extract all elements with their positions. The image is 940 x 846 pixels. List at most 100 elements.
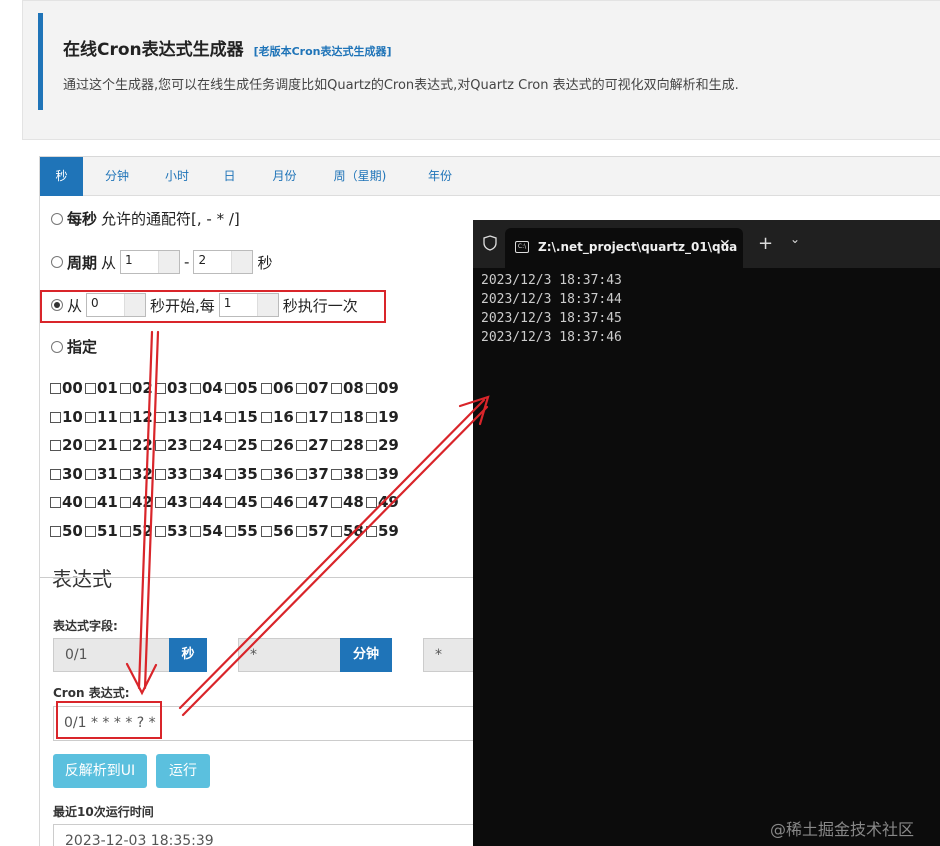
checkbox-box[interactable] xyxy=(120,468,131,480)
minute-field-input[interactable]: * xyxy=(238,638,341,672)
reverse-parse-button[interactable]: 反解析到UI xyxy=(53,754,147,788)
checkbox-box[interactable] xyxy=(261,439,272,451)
checkbox-box[interactable] xyxy=(190,439,201,451)
checkbox-box[interactable] xyxy=(296,525,307,537)
second-checkbox-03[interactable]: 03 xyxy=(155,379,188,397)
second-checkbox-42[interactable]: 42 xyxy=(120,493,153,511)
second-checkbox-25[interactable]: 25 xyxy=(225,436,258,454)
second-checkbox-08[interactable]: 08 xyxy=(331,379,364,397)
checkbox-box[interactable] xyxy=(261,496,272,508)
second-checkbox-23[interactable]: 23 xyxy=(155,436,188,454)
terminal-tab[interactable]: C:\ Z:\.net_project\quartz_01\qua ✕ xyxy=(505,228,743,268)
checkbox-box[interactable] xyxy=(366,468,377,480)
second-checkbox-55[interactable]: 55 xyxy=(225,522,258,540)
checkbox-box[interactable] xyxy=(296,439,307,451)
tab-month[interactable]: 月份 xyxy=(262,157,307,196)
checkbox-box[interactable] xyxy=(261,468,272,480)
checkbox-box[interactable] xyxy=(190,468,201,480)
second-checkbox-53[interactable]: 53 xyxy=(155,522,188,540)
option-period[interactable]: 周期 从 1 - 2 秒 xyxy=(51,250,272,274)
checkbox-box[interactable] xyxy=(85,439,96,451)
checkbox-box[interactable] xyxy=(120,525,131,537)
second-checkbox-27[interactable]: 27 xyxy=(296,436,329,454)
second-checkbox-34[interactable]: 34 xyxy=(190,465,223,483)
second-checkbox-32[interactable]: 32 xyxy=(120,465,153,483)
second-checkbox-43[interactable]: 43 xyxy=(155,493,188,511)
second-checkbox-57[interactable]: 57 xyxy=(296,522,329,540)
checkbox-box[interactable] xyxy=(85,496,96,508)
checkbox-box[interactable] xyxy=(331,411,342,423)
checkbox-box[interactable] xyxy=(261,411,272,423)
period-start-input[interactable]: 1 xyxy=(120,250,181,274)
tab-hour[interactable]: 小时 xyxy=(152,157,202,196)
checkbox-box[interactable] xyxy=(366,496,377,508)
second-checkbox-54[interactable]: 54 xyxy=(190,522,223,540)
checkbox-box[interactable] xyxy=(225,439,236,451)
second-checkbox-00[interactable]: 00 xyxy=(50,379,83,397)
checkbox-box[interactable] xyxy=(225,382,236,394)
checkbox-box[interactable] xyxy=(331,496,342,508)
checkbox-box[interactable] xyxy=(296,468,307,480)
checkbox-box[interactable] xyxy=(190,411,201,423)
tab-day[interactable]: 日 xyxy=(212,157,247,196)
second-checkbox-02[interactable]: 02 xyxy=(120,379,153,397)
second-checkbox-11[interactable]: 11 xyxy=(85,408,118,426)
checkbox-box[interactable] xyxy=(366,525,377,537)
checkbox-box[interactable] xyxy=(331,525,342,537)
checkbox-box[interactable] xyxy=(366,382,377,394)
checkbox-box[interactable] xyxy=(120,382,131,394)
second-checkbox-28[interactable]: 28 xyxy=(331,436,364,454)
second-checkbox-47[interactable]: 47 xyxy=(296,493,329,511)
second-checkbox-41[interactable]: 41 xyxy=(85,493,118,511)
checkbox-box[interactable] xyxy=(85,525,96,537)
second-checkbox-18[interactable]: 18 xyxy=(331,408,364,426)
old-version-link[interactable]: [老版本Cron表达式生成器] xyxy=(254,45,392,58)
second-checkbox-10[interactable]: 10 xyxy=(50,408,83,426)
second-checkbox-22[interactable]: 22 xyxy=(120,436,153,454)
second-checkbox-39[interactable]: 39 xyxy=(366,465,399,483)
checkbox-box[interactable] xyxy=(50,439,61,451)
checkbox-box[interactable] xyxy=(50,382,61,394)
second-checkbox-52[interactable]: 52 xyxy=(120,522,153,540)
chevron-down-icon[interactable]: ⌄ xyxy=(790,232,800,246)
close-icon[interactable]: ✕ xyxy=(719,237,731,253)
second-checkbox-30[interactable]: 30 xyxy=(50,465,83,483)
checkbox-box[interactable] xyxy=(296,382,307,394)
second-checkbox-20[interactable]: 20 xyxy=(50,436,83,454)
second-checkbox-35[interactable]: 35 xyxy=(225,465,258,483)
second-checkbox-16[interactable]: 16 xyxy=(261,408,294,426)
second-checkbox-31[interactable]: 31 xyxy=(85,465,118,483)
checkbox-box[interactable] xyxy=(296,496,307,508)
second-checkbox-36[interactable]: 36 xyxy=(261,465,294,483)
second-checkbox-44[interactable]: 44 xyxy=(190,493,223,511)
checkbox-box[interactable] xyxy=(331,468,342,480)
checkbox-box[interactable] xyxy=(50,411,61,423)
checkbox-box[interactable] xyxy=(120,439,131,451)
second-field-input[interactable]: 0/1 xyxy=(53,638,170,672)
second-checkbox-33[interactable]: 33 xyxy=(155,465,188,483)
second-checkbox-21[interactable]: 21 xyxy=(85,436,118,454)
checkbox-box[interactable] xyxy=(225,496,236,508)
tab-second[interactable]: 秒 xyxy=(40,157,83,196)
checkbox-box[interactable] xyxy=(85,411,96,423)
second-checkbox-58[interactable]: 58 xyxy=(331,522,364,540)
second-checkbox-19[interactable]: 19 xyxy=(366,408,399,426)
checkbox-box[interactable] xyxy=(366,411,377,423)
checkbox-box[interactable] xyxy=(190,496,201,508)
second-checkbox-37[interactable]: 37 xyxy=(296,465,329,483)
second-checkbox-26[interactable]: 26 xyxy=(261,436,294,454)
second-checkbox-48[interactable]: 48 xyxy=(331,493,364,511)
second-checkbox-46[interactable]: 46 xyxy=(261,493,294,511)
checkbox-box[interactable] xyxy=(366,439,377,451)
second-checkbox-38[interactable]: 38 xyxy=(331,465,364,483)
checkbox-box[interactable] xyxy=(190,525,201,537)
second-checkbox-29[interactable]: 29 xyxy=(366,436,399,454)
run-button[interactable]: 运行 xyxy=(156,754,210,788)
checkbox-box[interactable] xyxy=(155,468,166,480)
second-checkbox-40[interactable]: 40 xyxy=(50,493,83,511)
checkbox-box[interactable] xyxy=(120,496,131,508)
checkbox-box[interactable] xyxy=(331,382,342,394)
second-checkbox-12[interactable]: 12 xyxy=(120,408,153,426)
tab-minute[interactable]: 分钟 xyxy=(92,157,142,196)
checkbox-box[interactable] xyxy=(50,468,61,480)
